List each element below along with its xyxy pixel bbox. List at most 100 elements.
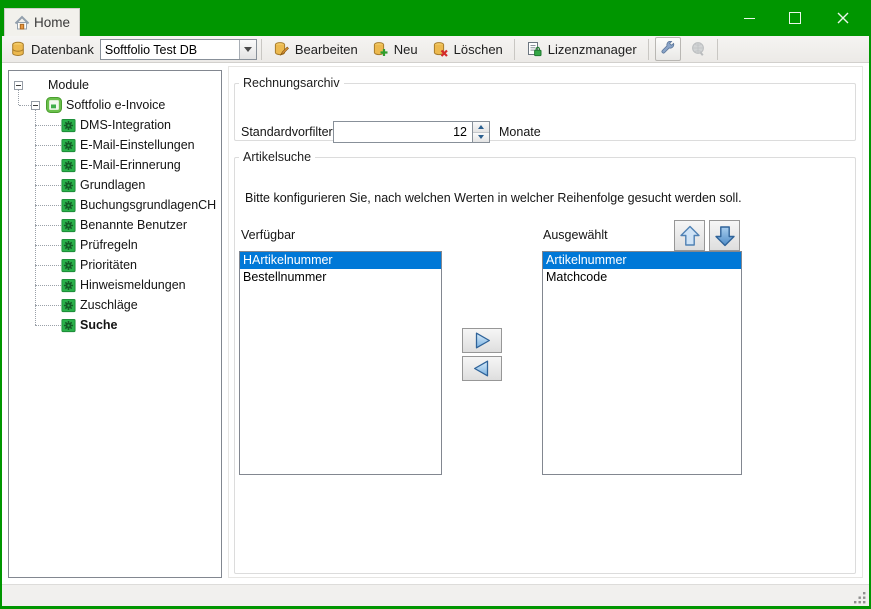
globe-button[interactable] (685, 37, 711, 61)
tree-item[interactable]: Hinweismeldungen (9, 275, 221, 295)
maximize-button[interactable] (772, 0, 818, 36)
chosen-listbox[interactable]: ArtikelnummerMatchcode (542, 251, 742, 475)
close-button[interactable] (818, 0, 868, 36)
filter-row: Standardvorfilter Monate (241, 121, 541, 143)
module-gear-icon (61, 158, 76, 173)
tools-button[interactable] (655, 37, 681, 61)
tree-item-label: BuchungsgrundlagenCH (80, 198, 216, 212)
expand-minus-icon[interactable] (14, 81, 23, 90)
license-manager-button[interactable]: Lizenzmanager (519, 39, 644, 59)
toolbar-separator (514, 39, 515, 60)
tree-connector (35, 125, 61, 126)
arrow-right-icon (471, 331, 493, 350)
tab-home-label: Home (34, 15, 70, 30)
tree-children: DMS-Integration E-Mail-Einstellungen E-Mai… (9, 115, 221, 335)
list-item[interactable]: Matchcode (543, 269, 741, 286)
module-gear-icon (61, 218, 76, 233)
new-button[interactable]: Neu (365, 39, 425, 59)
spinner-down-button[interactable] (473, 132, 489, 143)
list-item[interactable]: HArtikelnummer (240, 252, 441, 269)
tree-item[interactable]: Prioritäten (9, 255, 221, 275)
article-search-group: Artikelsuche Bitte konfigurieren Sie, na… (234, 150, 856, 574)
database-label: Datenbank (31, 42, 94, 57)
edit-button-label: Bearbeiten (295, 42, 358, 57)
arrow-down-icon (713, 224, 737, 248)
tree-connector (35, 285, 61, 286)
tree-connector (35, 225, 61, 226)
app-window: Home Datenbank Softfolio Test DB Bearbei… (0, 0, 871, 609)
tree-connector (35, 205, 61, 206)
arrow-up-icon (678, 224, 702, 248)
home-icon (14, 15, 30, 31)
content-panel: Rechnungsarchiv Standardvorfilter Monate… (228, 66, 863, 578)
tree-connector (35, 185, 61, 186)
module-gear-icon (61, 198, 76, 213)
months-label: Monate (499, 125, 541, 139)
invoice-archive-group: Rechnungsarchiv Standardvorfilter Monate (234, 76, 856, 141)
tree-item[interactable]: E-Mail-Einstellungen (9, 135, 221, 155)
database-delete-icon (432, 41, 448, 57)
tree-connector (35, 145, 61, 146)
move-down-button[interactable] (709, 220, 740, 251)
database-combobox-value: Softfolio Test DB (101, 40, 239, 59)
expand-minus-icon[interactable] (31, 101, 40, 110)
tree-item-label: DMS-Integration (80, 118, 171, 132)
database-combobox[interactable]: Softfolio Test DB (100, 39, 257, 60)
maximize-icon (789, 12, 801, 24)
tree-connector (35, 325, 61, 326)
database-edit-icon (273, 41, 289, 57)
tree-item[interactable]: Suche (9, 315, 221, 335)
tree-item[interactable]: BuchungsgrundlagenCH (9, 195, 221, 215)
toolbar-separator (717, 39, 718, 60)
window-border-left (0, 36, 2, 609)
minimize-button[interactable] (726, 0, 772, 36)
move-up-button[interactable] (674, 220, 705, 251)
module-tree: Module Softfolio e-Invoice DMS-Integrati… (8, 70, 222, 578)
tree-connector (35, 305, 61, 306)
spinner-down-icon (478, 135, 484, 139)
tree-item[interactable]: Grundlagen (9, 175, 221, 195)
move-right-button[interactable] (462, 328, 502, 353)
license-icon (526, 41, 542, 57)
database-combobox-dropdown-button[interactable] (239, 40, 256, 59)
einvoice-icon (46, 97, 62, 113)
available-listbox[interactable]: HArtikelnummerBestellnummer (239, 251, 442, 475)
tree-item[interactable]: Prüfregeln (9, 235, 221, 255)
database-add-icon (372, 41, 388, 57)
edit-button[interactable]: Bearbeiten (266, 39, 365, 59)
module-gear-icon (61, 258, 76, 273)
tree-item[interactable]: E-Mail-Erinnerung (9, 155, 221, 175)
tree-item[interactable]: DMS-Integration (9, 115, 221, 135)
spinner-up-button[interactable] (473, 122, 489, 132)
tree-item-label: Suche (80, 318, 118, 332)
list-item[interactable]: Bestellnummer (240, 269, 441, 286)
globe-icon (690, 41, 706, 57)
instruction-text: Bitte konfigurieren Sie, nach welchen We… (245, 191, 742, 205)
tree-item-label: E-Mail-Einstellungen (80, 138, 195, 152)
invoice-archive-legend: Rechnungsarchiv (239, 76, 344, 90)
module-gear-icon (61, 318, 76, 333)
tab-home[interactable]: Home (4, 8, 80, 36)
tools-icon (660, 41, 676, 57)
move-left-button[interactable] (462, 356, 502, 381)
tree-item-label: Module (48, 78, 89, 92)
module-gear-icon (61, 238, 76, 253)
available-label: Verfügbar (241, 228, 295, 242)
list-item[interactable]: Artikelnummer (543, 252, 741, 269)
tree-item-module[interactable]: Module (9, 75, 221, 95)
tree-item-softfolio-e-invoice[interactable]: Softfolio e-Invoice (9, 95, 221, 115)
delete-button[interactable]: Löschen (425, 39, 510, 59)
chosen-label: Ausgewählt (543, 228, 608, 242)
module-gear-icon (61, 138, 76, 153)
tree-item-label: Softfolio e-Invoice (66, 98, 165, 112)
titlebar: Home (0, 0, 871, 36)
arrow-left-icon (471, 359, 493, 378)
resize-grip-icon[interactable] (854, 592, 866, 604)
tree-item[interactable]: Benannte Benutzer (9, 215, 221, 235)
tree-item-label: Grundlagen (80, 178, 145, 192)
prefilter-spin-buttons (473, 121, 490, 143)
combo-dropdown-icon (244, 47, 252, 52)
statusbar (2, 584, 869, 606)
prefilter-input[interactable] (333, 121, 473, 143)
tree-item[interactable]: Zuschläge (9, 295, 221, 315)
